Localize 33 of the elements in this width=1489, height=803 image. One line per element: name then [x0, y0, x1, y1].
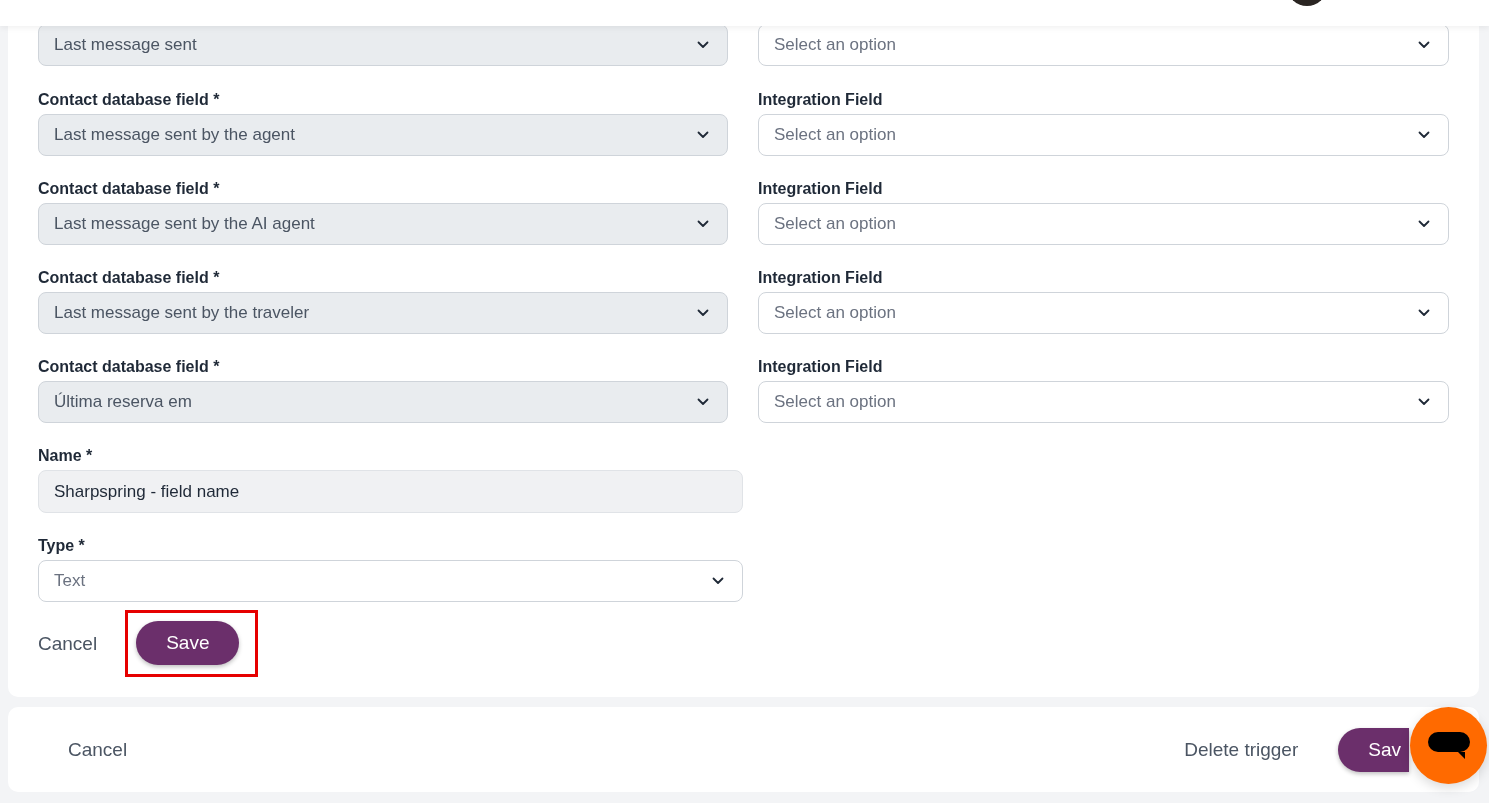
field-label: Contact database field * — [38, 357, 221, 377]
cancel-button[interactable]: Cancel — [68, 738, 128, 761]
select-field[interactable]: Select an option — [758, 292, 1449, 334]
chevron-down-icon — [1418, 220, 1430, 228]
chevron-down-icon — [697, 398, 709, 406]
delete-trigger-button[interactable]: Delete trigger — [1184, 738, 1299, 761]
chevron-down-icon — [1418, 309, 1430, 317]
save-button[interactable]: Sav — [1338, 727, 1409, 772]
field-label: Integration Field — [758, 90, 884, 110]
select-field[interactable]: Select an option — [758, 203, 1449, 245]
save-button[interactable]: Save — [136, 621, 240, 665]
field-label: Name * — [38, 446, 94, 466]
field-label: Type * — [38, 536, 86, 556]
select-field[interactable]: Select an option — [758, 114, 1449, 156]
chevron-down-icon — [1418, 131, 1430, 139]
chevron-down-icon — [697, 220, 709, 228]
type-select[interactable]: Text — [38, 560, 743, 602]
field-label: Integration Field — [758, 268, 884, 288]
chevron-down-icon — [697, 41, 709, 49]
name-input[interactable]: Sharpspring - field name — [38, 470, 743, 513]
chevron-down-icon — [1418, 398, 1430, 406]
chevron-down-icon — [697, 131, 709, 139]
field-label: Contact database field * — [38, 90, 221, 110]
cancel-button[interactable]: Cancel — [38, 632, 98, 655]
chevron-down-icon — [1418, 41, 1430, 49]
select-field[interactable]: Select an option — [758, 24, 1449, 66]
chevron-down-icon — [697, 309, 709, 317]
field-label: Integration Field — [758, 357, 884, 377]
field-label: Contact database field * — [38, 268, 221, 288]
select-field[interactable]: Select an option — [758, 381, 1449, 423]
chevron-down-icon — [712, 577, 724, 585]
field-label: Integration Field — [758, 179, 884, 199]
field-label: Contact database field * — [38, 179, 221, 199]
